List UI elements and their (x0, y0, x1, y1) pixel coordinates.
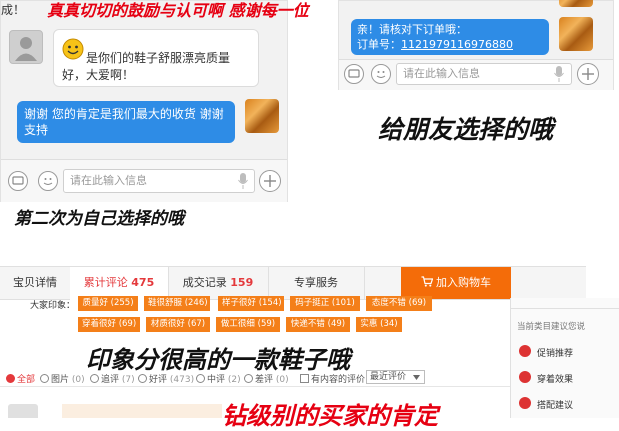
add-plus-icon[interactable] (577, 63, 599, 85)
reviewer-avatar (8, 404, 38, 418)
filter-all[interactable]: 全部 (6, 372, 35, 385)
impression-tag[interactable]: 做工很细 (59) (216, 317, 280, 332)
impression-label: 大家印象： (30, 301, 76, 311)
seller-avatar (245, 99, 279, 133)
customer-avatar (9, 30, 43, 64)
side-item-wear[interactable]: 穿着效果 (537, 372, 573, 385)
add-to-cart-button[interactable]: 加入购物车 (401, 267, 511, 299)
side-item-match[interactable]: 搭配建议 (537, 398, 573, 411)
shopping-cart-icon (421, 276, 434, 287)
filter-append[interactable]: 追评 (7) (90, 372, 135, 385)
wear-dot-icon (519, 371, 531, 383)
chat-bubble-icon[interactable] (8, 171, 28, 191)
impression-tag[interactable]: 样子很好 (154) (218, 296, 284, 311)
match-dot-icon (519, 397, 531, 409)
impression-tag[interactable]: 实惠 (34) (356, 317, 402, 332)
filter-good[interactable]: 好评 (473) (138, 372, 194, 385)
impression-tag[interactable]: 态度不错 (69) (366, 296, 432, 311)
order-number-label: 订单号： (357, 38, 401, 51)
impression-tag[interactable]: 穿着很好 (69) (78, 317, 140, 332)
impression-tag[interactable]: 材质很好 (67) (146, 317, 210, 332)
add-plus-icon[interactable] (259, 170, 281, 192)
review-filter-row: 全部 图片 (0) 追评 (7) 好评 (473) 中评 (2) 差评 (0) … (0, 370, 510, 390)
microphone-icon[interactable] (553, 65, 565, 83)
chevron-down-icon (413, 375, 421, 380)
order-number-link[interactable]: 1121979116976880 (401, 38, 513, 51)
filter-has-content[interactable]: 有内容的评价 (300, 372, 365, 385)
filter-images[interactable]: 图片 (0) (40, 372, 85, 385)
product-tabs-bar: 宝贝详情 累计评论 475 成交记录 159 专享服务 加入购物车 (0, 266, 586, 300)
customer-message-bubble: 是你们的鞋子舒服漂亮质量好，大爱啊！ (53, 29, 259, 87)
caption-left: 第二次为自己选择的哦 (14, 209, 184, 229)
transactions-label: 成交记录 (182, 276, 227, 289)
impression-tag[interactable]: 码子挺正 (101) (290, 296, 360, 311)
impression-tag[interactable]: 快递不错 (49) (286, 317, 350, 332)
chat-bubble-icon[interactable] (344, 64, 364, 84)
customer-message-text: 是你们的鞋子舒服漂亮质量好，大爱啊！ (62, 51, 231, 82)
side-suggestion-panel: 当前类目建议您说 促销推荐 穿着效果 搭配建议 (510, 298, 619, 418)
reviews-label: 累计评论 (83, 276, 128, 289)
right-input-bar: 请在此输入信息 (339, 59, 613, 90)
seller-avatar (559, 17, 593, 51)
tab-service[interactable]: 专享服务 (268, 267, 365, 299)
left-chat-window: 成！ 真真切切的鼓励与认可啊 感谢每一位 是你们的鞋子舒服漂亮质量好，大爱啊！ … (0, 0, 309, 202)
caption-bottom: 钻级别的买家的肯定 (222, 402, 438, 430)
seller-reply-text: 谢谢 您的肯定是我们最大的收货 谢谢支持 (24, 107, 224, 137)
seller-avatar-top (559, 0, 593, 7)
divider (0, 386, 510, 387)
left-input-bar: 请在此输入信息 (1, 159, 287, 202)
impression-tag[interactable]: 鞋很舒服 (246) (144, 296, 210, 311)
reviews-count: 475 (131, 276, 155, 289)
emoji-button-icon[interactable] (371, 64, 391, 84)
tab-transactions[interactable]: 成交记录 159 (168, 267, 269, 299)
side-item-promo[interactable]: 促销推荐 (537, 346, 573, 359)
emoji-button-icon[interactable] (38, 171, 58, 191)
sort-select-value: 最近评价 (370, 372, 407, 382)
filter-bad[interactable]: 差评 (0) (244, 372, 289, 385)
add-to-cart-label: 加入购物车 (436, 276, 491, 289)
message-input[interactable]: 请在此输入信息 (396, 63, 572, 85)
right-chat-window: 亲！请核对下订单哦： 订单号：1121979116976880 请在此输入信息 (338, 0, 614, 90)
seller-reply-bubble: 谢谢 您的肯定是我们最大的收货 谢谢支持 (17, 101, 235, 143)
microphone-icon[interactable] (237, 172, 249, 190)
sort-select[interactable]: 最近评价 (366, 370, 426, 384)
order-confirm-text: 亲！请核对下订单哦： (357, 23, 467, 36)
impression-tag[interactable]: 质量好 (255) (78, 296, 138, 311)
tab-details[interactable]: 宝贝详情 (0, 267, 71, 299)
order-confirm-bubble: 亲！请核对下订单哦： 订单号：1121979116976880 (351, 19, 549, 55)
caption-right: 给朋友选择的哦 (378, 115, 554, 144)
review-content-bar (62, 404, 222, 418)
side-panel-title: 当前类目建议您说 (517, 322, 586, 332)
promo-dot-icon (519, 345, 531, 357)
transactions-count: 159 (230, 276, 254, 289)
filter-medium[interactable]: 中评 (2) (196, 372, 241, 385)
top-banner-text: 真真切切的鼓励与认可啊 感谢每一位 (47, 1, 309, 20)
message-input[interactable]: 请在此输入信息 (63, 169, 255, 193)
user-silhouette-icon (15, 37, 37, 61)
caption-middle: 印象分很高的一款鞋子哦 (86, 346, 350, 374)
